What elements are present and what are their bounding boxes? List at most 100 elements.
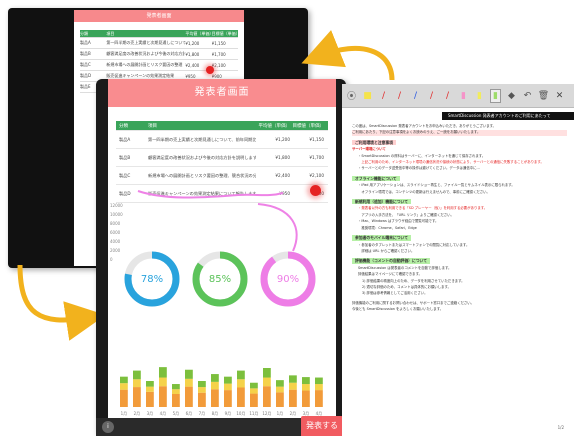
doc-line: ・iPad 用アプリケーションは、スライドショー再生と、ファイル一覧とサムネイル…	[358, 183, 515, 188]
table-cell: ¥1,150	[309, 137, 324, 142]
th: 分類	[80, 30, 88, 36]
y-tick-label: 6000	[110, 230, 121, 235]
doc-line: ・発表者以外の方も利用できる「SD プレーヤー（仮）」を利用する必要があります。	[358, 206, 488, 211]
bar-segment	[172, 384, 180, 390]
th: 平均値（単価）	[185, 30, 212, 36]
table-cell: 顧客満足度の改善状況および今後の対応方針	[106, 51, 186, 56]
y-tick-label: 0	[110, 257, 113, 262]
bar-segment	[159, 377, 167, 387]
table-cell: ¥950	[185, 73, 196, 79]
bar-segment	[146, 381, 154, 387]
x-tick-label: 5月	[173, 411, 180, 416]
info-icon[interactable]: i	[102, 421, 114, 433]
table-cell: 販売促進キャンペーンの効果測定結果について報告します。	[148, 190, 256, 196]
y-tick-label: 12000	[110, 203, 123, 208]
pink-arrow-annotation	[257, 203, 298, 252]
table-cell: ¥1,700	[309, 155, 324, 160]
x-tick-label: 4月	[160, 411, 167, 416]
pen-blue-icon[interactable]: ∕	[410, 89, 421, 103]
donut-chart-area: 78% 85% 90% 12000 10000 8000 6000 4000 2000 0	[110, 203, 316, 307]
bar-segment	[172, 394, 180, 407]
pen-red-icon[interactable]: ∕	[378, 89, 389, 103]
back-table-header: 分類 項目 平均値（単価） 目標値（単価）	[80, 30, 238, 38]
pen-red-4-icon[interactable]: ∕	[442, 89, 453, 103]
highlighter-pink-icon[interactable]: ▮	[458, 89, 469, 103]
bar-segment	[289, 375, 297, 383]
bar-segment	[185, 369, 193, 379]
closing-line: 今後とも SmartDiscussion をよろしくお願いいたします。	[352, 307, 444, 312]
doc-line: ・参加者のタブレットまたはスマートフォンでの閲覧に対応しています。	[358, 242, 470, 247]
back-tablet-header: 発表者画面	[74, 10, 244, 22]
bar-segment	[224, 376, 232, 384]
record-icon[interactable]: ⦿	[346, 89, 357, 103]
pen-red-3-icon[interactable]: ∕	[426, 89, 437, 103]
bar-segment	[159, 386, 167, 407]
bar-segment	[289, 389, 297, 407]
closing-line: 評価機能のご利用に関するお問い合わせは、サポート窓口までご連絡ください。	[352, 300, 475, 305]
present-button[interactable]: 発表する	[301, 416, 343, 436]
th: 項目	[148, 123, 157, 129]
x-tick-label: 9月	[225, 411, 232, 416]
eraser-icon[interactable]: ◆	[506, 89, 517, 103]
table-cell: 顧客満足度の改善状況および今後の対応方針を説明します。	[148, 154, 256, 160]
bar-segment	[146, 386, 154, 392]
y-tick-label: 10000	[110, 212, 123, 217]
trash-icon[interactable]: 🗑	[538, 89, 549, 103]
pen-red-2-icon[interactable]: ∕	[394, 89, 405, 103]
bar-segment	[276, 392, 284, 407]
donut-label: 85%	[209, 274, 231, 285]
highlighter-yellow-icon[interactable]: ▮	[474, 89, 485, 103]
doc-line: 上記ご利用のため、インターネット環境の通信状況や接続の状態により、サーバーとの通…	[358, 160, 544, 165]
numbered-line: 3) 評価は参考情報としてご活用ください。	[362, 291, 428, 296]
close-icon[interactable]: ✕	[554, 89, 565, 103]
table-cell: 製品B	[80, 51, 91, 56]
th: 目標値（単価）	[292, 123, 325, 129]
annotation-toolbar: ⦿ ■ ∕ ∕ ∕ ∕ ∕ ▮ ▮ ▮ ◆ ↶ 🗑 ✕	[342, 84, 574, 108]
undo-icon[interactable]: ↶	[522, 89, 533, 103]
bar-segment	[211, 374, 219, 382]
doc-line: 詳細は URL からご確認ください。	[358, 248, 415, 253]
doc-line: ・SmartDiscussion の資料はサーバーに、インターネットを通じて保存…	[358, 153, 486, 158]
bar-segment	[146, 391, 154, 407]
table-cell: ¥2,100	[309, 173, 324, 178]
bar-segment	[237, 370, 245, 380]
donut-label: 90%	[277, 274, 299, 285]
section-heading: 新規利用（追加）機能について	[352, 199, 412, 205]
bar-segment	[211, 381, 219, 390]
y-tick-label: 2000	[110, 248, 121, 253]
bar-segment	[133, 387, 141, 407]
bar-segment	[198, 387, 206, 393]
arrow-to-back-tablet	[301, 30, 395, 81]
th: 目標値（単価）	[211, 30, 238, 36]
front-tablet-header: 発表者画面	[108, 79, 336, 107]
document-title-bar: SmartDiscussion 発表者アカウントのご利用にあたって	[442, 112, 574, 120]
table-cell: ¥1,800	[185, 51, 200, 57]
doc-line: オフライン環境では、コンテンツの更新は行えませんので、事前にご確認ください。	[358, 189, 490, 194]
x-tick-label: 1月	[121, 411, 128, 416]
bar-segment	[224, 383, 232, 391]
bar-segment	[237, 387, 245, 407]
table-cell: ¥900	[290, 191, 328, 196]
yellow-note-icon[interactable]: ■	[362, 89, 373, 103]
bar-chart: 1月 2月 3月 4月 5月 6月 7月 8月 9月 10月 11月 12月 1月 2月 3月 4月	[120, 367, 323, 416]
bar-segment	[250, 388, 258, 394]
bar-segment	[250, 382, 258, 389]
x-tick-label: 2月	[290, 411, 297, 416]
intro-line: ご利用にあたり、下記の注意事項をよくお読みのうえ、ご一読をお願いいたします。	[352, 130, 567, 136]
x-tick-label: 3月	[147, 411, 154, 416]
table-cell: ¥1,700	[211, 51, 226, 57]
table-cell: ¥950	[279, 191, 290, 196]
table-row: 製品C 新規市場への展開計画とリスク要因の整理、競合状況の分析を行いました。 ¥2,…	[116, 167, 328, 185]
table-cell: ¥1,200	[275, 137, 290, 142]
doc-line: ・Mac、Windows はブラウザ経由で閲覧可能です。	[358, 219, 439, 224]
highlighter-green-icon[interactable]: ▮	[490, 88, 501, 103]
table-cell: 新規市場への展開計画とリスク要因の整理	[106, 62, 183, 67]
section-heading: ご利用環境と注意事項	[352, 139, 396, 146]
bar-segment	[133, 379, 141, 388]
th: 分類	[119, 123, 128, 129]
table-cell: 製品C	[80, 62, 91, 67]
x-tick-label: 10月	[236, 411, 245, 416]
bar-segment	[185, 386, 193, 407]
bar-segment	[237, 379, 245, 388]
table-cell: ¥2,100	[211, 62, 226, 68]
